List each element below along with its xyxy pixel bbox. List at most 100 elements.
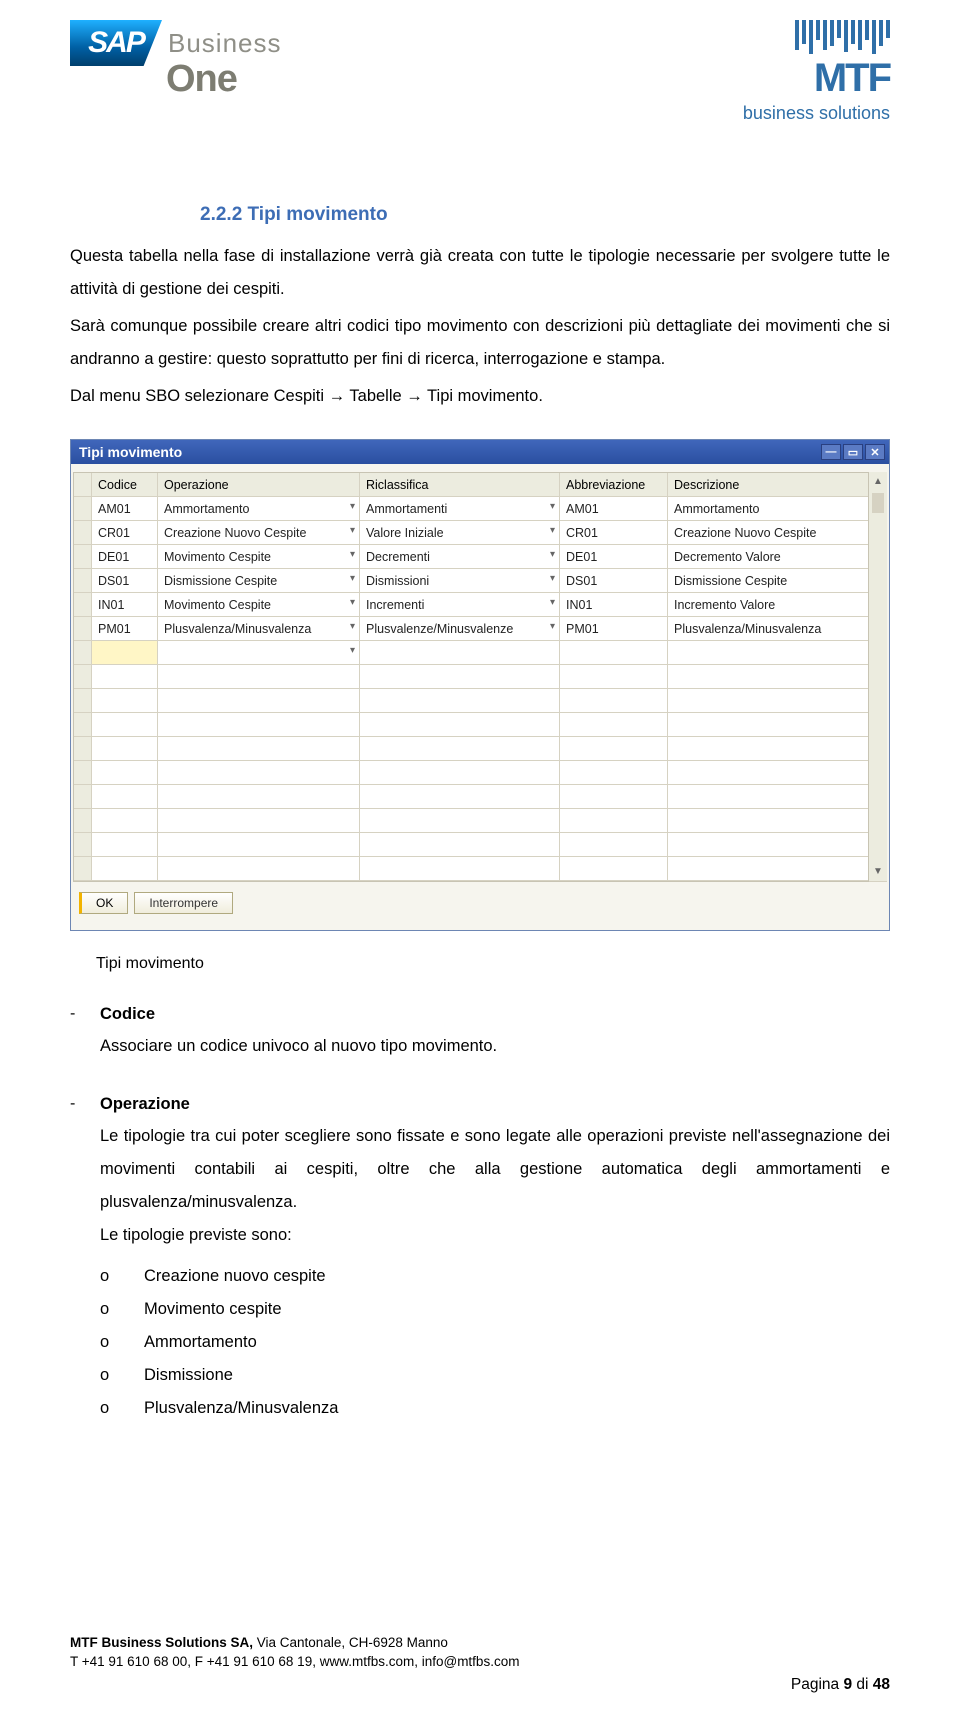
bullet-codice: - Codice Associare un codice univoco al …	[70, 1005, 890, 1063]
table-row-empty	[74, 809, 868, 833]
sap-badge: SAP	[70, 20, 162, 66]
cell-riclassifica[interactable]: Ammortamenti	[360, 497, 560, 521]
page-footer: MTF Business Solutions SA, Via Cantonale…	[70, 1634, 890, 1694]
row-gutter	[74, 545, 92, 569]
cell-codice[interactable]: IN01	[92, 593, 158, 617]
row-gutter	[74, 569, 92, 593]
sap-logo: SAP Business One	[70, 20, 350, 101]
table-row[interactable]: AM01AmmortamentoAmmortamentiAM01Ammortam…	[74, 497, 868, 521]
figure-caption: Tipi movimento	[96, 955, 890, 973]
cell-descrizione[interactable]: Incremento Valore	[668, 593, 868, 617]
cell-riclassifica[interactable]: Incrementi	[360, 593, 560, 617]
interrompere-button[interactable]: Interrompere	[134, 892, 233, 914]
cell-operazione[interactable]: Dismissione Cespite	[158, 569, 360, 593]
list-item: oPlusvalenza/Minusvalenza	[100, 1392, 890, 1425]
page-header: SAP Business One MTF business solutions	[70, 20, 890, 124]
vertical-scrollbar[interactable]: ▲ ▼	[869, 472, 887, 882]
col-abbreviazione[interactable]: Abbreviazione	[560, 473, 668, 497]
cell-codice[interactable]: CR01	[92, 521, 158, 545]
cell-descrizione[interactable]: Plusvalenza/Minusvalenza	[668, 617, 868, 641]
bullet-operazione-title: Operazione	[100, 1095, 890, 1114]
table-row-empty	[74, 785, 868, 809]
cell-abbrev[interactable]: DE01	[560, 545, 668, 569]
cell-abbrev[interactable]: PM01	[560, 617, 668, 641]
col-riclassifica[interactable]: Riclassifica	[360, 473, 560, 497]
cell-codice-input[interactable]	[92, 641, 158, 665]
cell-codice[interactable]: AM01	[92, 497, 158, 521]
mtf-name: MTF	[743, 56, 890, 101]
sap-business-word: Business	[168, 28, 282, 59]
grid-header-row: Codice Operazione Riclassifica Abbreviaz…	[74, 473, 868, 497]
cell-operazione[interactable]: Ammortamento	[158, 497, 360, 521]
table-row-empty	[74, 833, 868, 857]
cell-codice[interactable]: DS01	[92, 569, 158, 593]
col-codice[interactable]: Codice	[92, 473, 158, 497]
tipi-movimento-grid[interactable]: Codice Operazione Riclassifica Abbreviaz…	[73, 472, 869, 882]
cell-abbrev[interactable]: IN01	[560, 593, 668, 617]
list-item: oCreazione nuovo cespite	[100, 1260, 890, 1293]
footer-contacts: T +41 91 610 68 00, F +41 91 610 68 19, …	[70, 1653, 890, 1672]
window-title: Tipi movimento	[79, 444, 182, 460]
cell-riclassifica[interactable]	[360, 641, 560, 665]
paragraph-1: Questa tabella nella fase di installazio…	[70, 240, 890, 306]
list-item: oMovimento cespite	[100, 1293, 890, 1326]
scroll-thumb[interactable]	[872, 493, 884, 513]
cell-descrizione[interactable]: Ammortamento	[668, 497, 868, 521]
window-footer-toolbar: OK Interrompere	[73, 882, 887, 918]
table-row-empty	[74, 761, 868, 785]
table-row-empty	[74, 737, 868, 761]
cell-riclassifica[interactable]: Decrementi	[360, 545, 560, 569]
paragraph-3: Dal menu SBO selezionare Cespiti → Tabel…	[70, 380, 890, 413]
table-row-empty	[74, 857, 868, 881]
window-titlebar[interactable]: Tipi movimento — ▭ ✕	[71, 440, 889, 464]
cell-operazione[interactable]: Plusvalenza/Minusvalenza	[158, 617, 360, 641]
row-gutter	[74, 521, 92, 545]
mtf-logo: MTF business solutions	[743, 20, 890, 124]
cell-codice[interactable]: DE01	[92, 545, 158, 569]
cell-abbrev[interactable]: AM01	[560, 497, 668, 521]
table-row-empty	[74, 713, 868, 737]
page-number: Pagina 9 di 48	[70, 1676, 890, 1694]
cell-abbrev[interactable]: DS01	[560, 569, 668, 593]
cell-descrizione[interactable]: Dismissione Cespite	[668, 569, 868, 593]
bullet-operazione-intro: Le tipologie previste sono:	[100, 1219, 890, 1252]
grid-gutter	[74, 473, 92, 497]
maximize-icon[interactable]: ▭	[843, 444, 863, 460]
cell-operazione[interactable]: Movimento Cespite	[158, 545, 360, 569]
bullet-codice-title: Codice	[100, 1005, 890, 1024]
table-row[interactable]: IN01Movimento CespiteIncrementiIN01Incre…	[74, 593, 868, 617]
close-icon[interactable]: ✕	[865, 444, 885, 460]
cell-codice[interactable]: PM01	[92, 617, 158, 641]
row-gutter	[74, 497, 92, 521]
cell-descrizione[interactable]	[668, 641, 868, 665]
cell-operazione[interactable]: Movimento Cespite	[158, 593, 360, 617]
cell-descrizione[interactable]: Decremento Valore	[668, 545, 868, 569]
table-row[interactable]: DS01Dismissione CespiteDismissioniDS01Di…	[74, 569, 868, 593]
section-heading: 2.2.2 Tipi movimento	[200, 204, 890, 226]
col-descrizione[interactable]: Descrizione	[668, 473, 868, 497]
row-gutter	[74, 641, 92, 665]
row-gutter	[74, 593, 92, 617]
cell-riclassifica[interactable]: Plusvalenze/Minusvalenze	[360, 617, 560, 641]
minimize-icon[interactable]: —	[821, 444, 841, 460]
scroll-up-icon[interactable]: ▲	[873, 472, 883, 491]
cell-abbrev[interactable]: CR01	[560, 521, 668, 545]
table-row-empty	[74, 689, 868, 713]
bullet-codice-text: Associare un codice univoco al nuovo tip…	[100, 1030, 890, 1063]
table-row[interactable]: PM01Plusvalenza/MinusvalenzaPlusvalenze/…	[74, 617, 868, 641]
col-operazione[interactable]: Operazione	[158, 473, 360, 497]
cell-operazione[interactable]	[158, 641, 360, 665]
cell-abbrev[interactable]	[560, 641, 668, 665]
table-row-new[interactable]	[74, 641, 868, 665]
ok-button[interactable]: OK	[79, 892, 128, 914]
table-row[interactable]: CR01Creazione Nuovo CespiteValore Inizia…	[74, 521, 868, 545]
paragraph-2: Sarà comunque possibile creare altri cod…	[70, 310, 890, 376]
cell-descrizione[interactable]: Creazione Nuovo Cespite	[668, 521, 868, 545]
table-row[interactable]: DE01Movimento CespiteDecrementiDE01Decre…	[74, 545, 868, 569]
cell-riclassifica[interactable]: Valore Iniziale	[360, 521, 560, 545]
mtf-bars-icon	[743, 20, 890, 54]
list-item: oDismissione	[100, 1359, 890, 1392]
scroll-down-icon[interactable]: ▼	[873, 862, 883, 881]
cell-riclassifica[interactable]: Dismissioni	[360, 569, 560, 593]
cell-operazione[interactable]: Creazione Nuovo Cespite	[158, 521, 360, 545]
